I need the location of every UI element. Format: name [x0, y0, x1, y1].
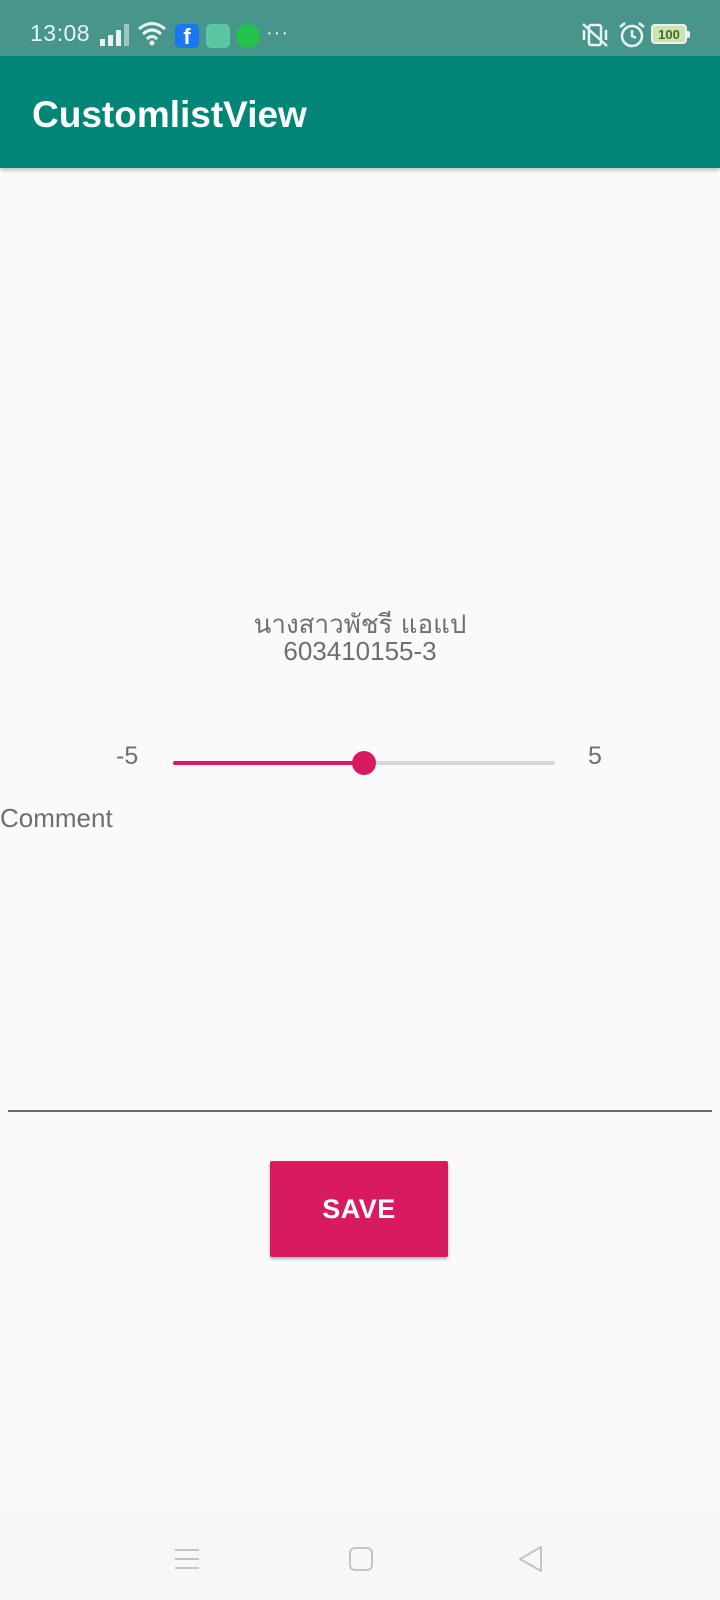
save-button[interactable]: SAVE	[270, 1161, 448, 1257]
rating-slider[interactable]	[173, 748, 555, 778]
screen: 13:08 f ··· 100 CustomlistView นางสาวพัช…	[0, 0, 720, 1600]
home-icon[interactable]	[348, 1546, 374, 1572]
navigation-bar	[0, 1512, 720, 1600]
slider-fill	[173, 761, 364, 765]
status-bar: 13:08 f ··· 100	[0, 0, 720, 56]
app-notification-icon	[206, 24, 230, 48]
alarm-icon	[619, 22, 645, 48]
signal-icon	[100, 24, 129, 46]
back-icon[interactable]	[516, 1544, 546, 1574]
battery-icon: 100	[651, 24, 690, 44]
app-bar: CustomlistView	[0, 56, 720, 168]
vibrate-icon	[582, 23, 608, 47]
wifi-icon	[138, 22, 166, 46]
facebook-icon: f	[175, 24, 199, 49]
more-notifications-icon: ···	[266, 22, 289, 44]
comment-field[interactable]	[8, 840, 712, 1112]
comment-label: Comment	[0, 803, 113, 833]
status-time: 13:08	[30, 20, 91, 46]
range-max-label: 5	[588, 742, 602, 770]
person-id: 603410155-3	[283, 636, 437, 666]
range-min-label: -5	[116, 742, 139, 770]
slider-thumb[interactable]	[352, 751, 376, 775]
app-title: CustomlistView	[32, 94, 307, 135]
menu-icon[interactable]	[174, 1548, 200, 1570]
line-icon	[236, 24, 260, 48]
